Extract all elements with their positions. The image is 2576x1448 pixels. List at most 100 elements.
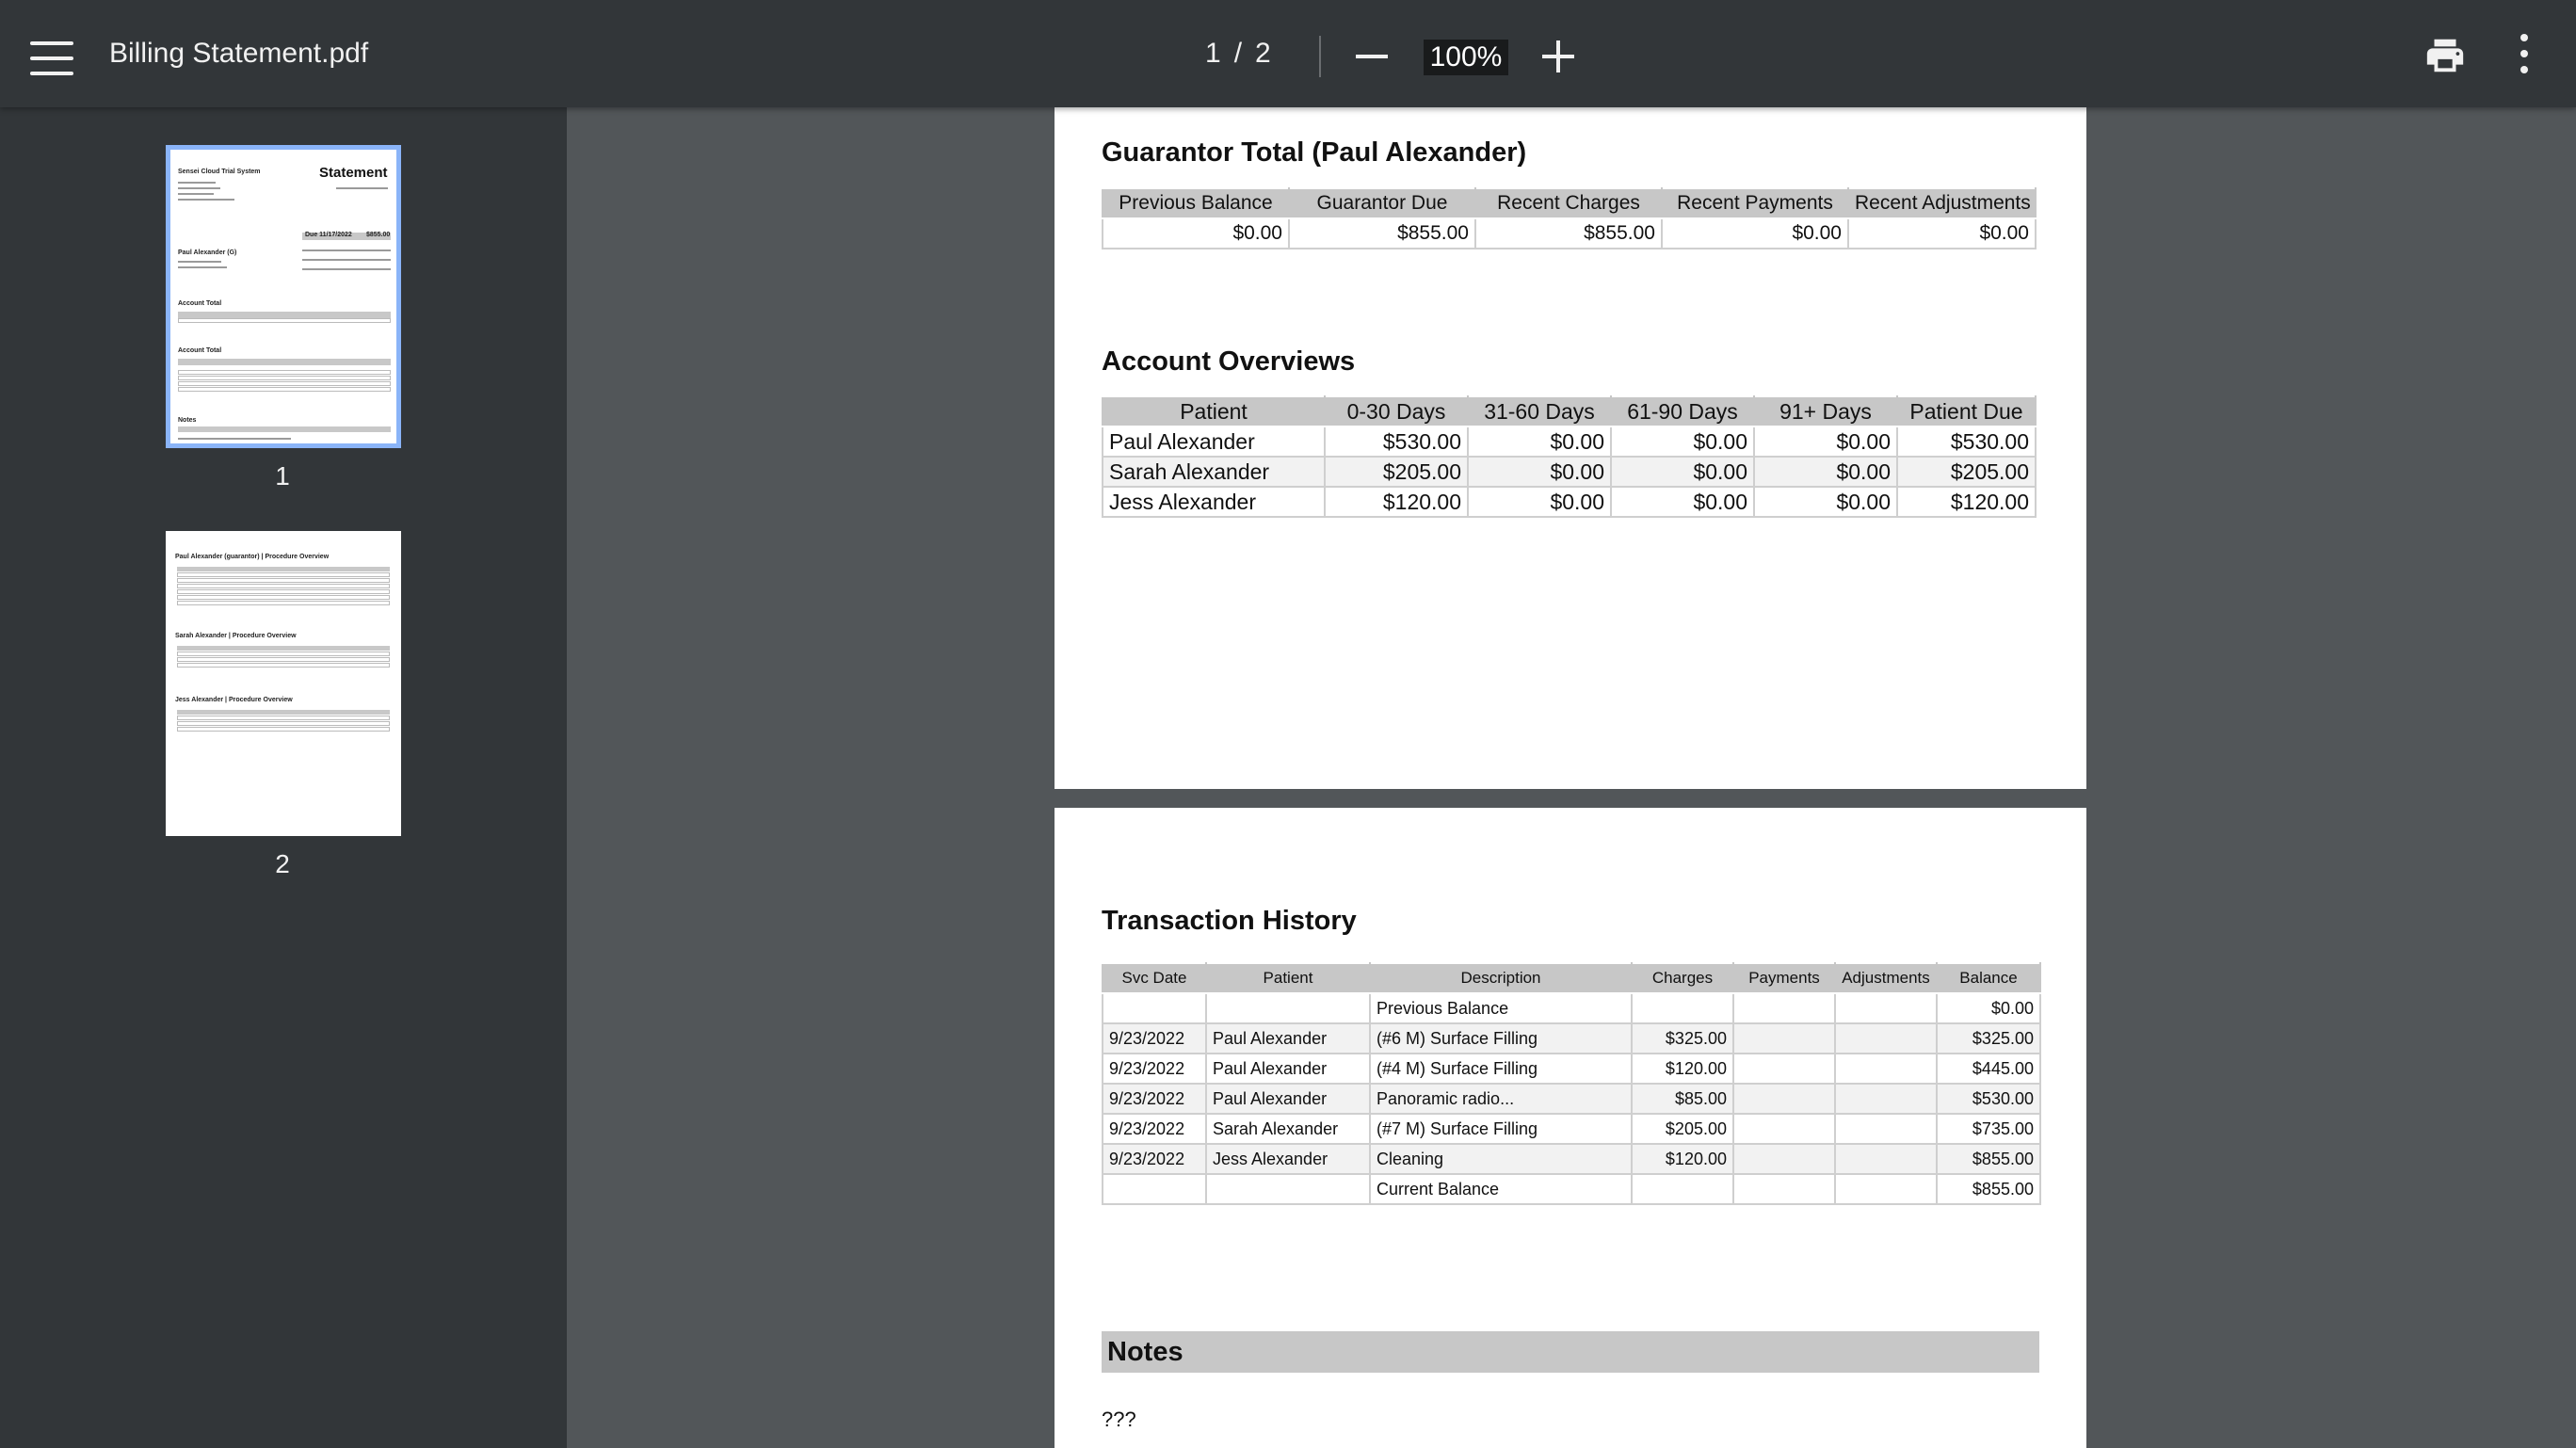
column-header: Payments xyxy=(1732,962,1836,994)
table-cell xyxy=(1732,1022,1836,1054)
table-cell: $120.00 xyxy=(1631,1143,1734,1175)
notes-heading: Notes xyxy=(1102,1331,2039,1373)
table-cell xyxy=(1205,1173,1371,1205)
table-cell: $205.00 xyxy=(1896,456,2037,488)
total-pages: 2 xyxy=(1255,38,1271,69)
thumb-mini-section1: Account Total xyxy=(178,300,222,307)
table-cell: $0.00 xyxy=(1610,486,1755,518)
table-cell xyxy=(1631,1173,1734,1205)
table-cell: $530.00 xyxy=(1936,1083,2041,1115)
table-row: Previous Balance $0.00 xyxy=(1102,992,2041,1024)
thumb2-section2: Sarah Alexander | Procedure Overview xyxy=(175,633,297,639)
table-cell: 9/23/2022 xyxy=(1102,1143,1207,1175)
table-cell: $855.00 xyxy=(1288,217,1476,249)
table-cell: $0.00 xyxy=(1753,486,1898,518)
column-header: Description xyxy=(1369,962,1633,994)
zoom-in-plus-icon[interactable] xyxy=(1538,36,1580,77)
column-header: Recent Charges xyxy=(1474,187,1663,219)
column-header: Svc Date xyxy=(1102,962,1207,994)
column-header: Guarantor Due xyxy=(1288,187,1476,219)
table-header-row: Previous Balance Guarantor Due Recent Ch… xyxy=(1102,187,2037,219)
table-cell xyxy=(1834,1083,1938,1115)
table-cell xyxy=(1732,1113,1836,1145)
thumb-mini-heading: Statement xyxy=(319,165,388,181)
column-header: Balance xyxy=(1936,962,2041,994)
table-cell xyxy=(1834,1113,1938,1145)
thumb-mini-due: Due 11/17/2022 xyxy=(305,232,352,238)
thumbnail-2-label: 2 xyxy=(275,849,290,878)
table-cell: $735.00 xyxy=(1936,1113,2041,1145)
account-overviews-title: Account Overviews xyxy=(1102,346,1356,377)
table-cell: Jess Alexander xyxy=(1102,486,1326,518)
thumb-mini-section2: Account Total xyxy=(178,347,222,354)
table-cell: $0.00 xyxy=(1610,426,1755,458)
table-cell: $120.00 xyxy=(1631,1053,1734,1085)
table-cell: $0.00 xyxy=(1936,992,2041,1024)
table-cell: $0.00 xyxy=(1102,217,1290,249)
toolbar-divider xyxy=(1319,36,1321,77)
thumb-mini-notes: Notes xyxy=(178,417,197,424)
table-header-row: Patient 0-30 Days 31-60 Days 61-90 Days … xyxy=(1102,395,2037,427)
account-overviews-table: Patient 0-30 Days 31-60 Days 61-90 Days … xyxy=(1102,395,2037,518)
printer-icon[interactable] xyxy=(2423,34,2467,77)
table-cell xyxy=(1102,1173,1207,1205)
table-cell: $0.00 xyxy=(1467,426,1612,458)
pdf-page-1: Guarantor Total (Paul Alexander) Previou… xyxy=(1055,107,2086,789)
column-header: Patient xyxy=(1205,962,1371,994)
table-cell: Sarah Alexander xyxy=(1205,1113,1371,1145)
table-row: 9/23/2022 Paul Alexander (#4 M) Surface … xyxy=(1102,1053,2041,1085)
transaction-history-table: Svc Date Patient Description Charges Pay… xyxy=(1102,962,2041,1205)
table-cell: $325.00 xyxy=(1631,1022,1734,1054)
table-cell: Panoramic radio... xyxy=(1369,1083,1633,1115)
pdf-toolbar: Billing Statement.pdf 1 / 2 100% xyxy=(0,0,2576,107)
table-cell: $205.00 xyxy=(1631,1113,1734,1145)
table-cell: Paul Alexander xyxy=(1102,426,1326,458)
current-page-field[interactable]: 1 xyxy=(1205,38,1221,70)
guarantor-total-title: Guarantor Total (Paul Alexander) xyxy=(1102,137,1527,168)
table-cell: Paul Alexander xyxy=(1205,1083,1371,1115)
table-cell xyxy=(1834,1173,1938,1205)
thumb-mini-org: Sensei Cloud Trial System xyxy=(178,169,261,175)
table-row: $0.00 $855.00 $855.00 $0.00 $0.00 xyxy=(1102,217,2037,249)
table-cell xyxy=(1732,1173,1836,1205)
table-cell: (#4 M) Surface Filling xyxy=(1369,1053,1633,1085)
table-cell xyxy=(1732,1053,1836,1085)
table-cell: 9/23/2022 xyxy=(1102,1083,1207,1115)
table-cell: $530.00 xyxy=(1896,426,2037,458)
table-row: 9/23/2022 Paul Alexander Panoramic radio… xyxy=(1102,1083,2041,1115)
table-cell: $0.00 xyxy=(1661,217,1849,249)
zoom-level-field[interactable]: 100% xyxy=(1424,40,1508,75)
thumb2-section3: Jess Alexander | Procedure Overview xyxy=(175,697,293,703)
table-cell: $0.00 xyxy=(1610,456,1755,488)
table-cell: 9/23/2022 xyxy=(1102,1113,1207,1145)
page-thumbnail-2[interactable]: Paul Alexander (guarantor) | Procedure O… xyxy=(166,531,401,836)
table-cell: $0.00 xyxy=(1467,456,1612,488)
column-header: Patient xyxy=(1102,395,1326,427)
table-cell: $85.00 xyxy=(1631,1083,1734,1115)
table-cell: $0.00 xyxy=(1467,486,1612,518)
table-cell: Current Balance xyxy=(1369,1173,1633,1205)
table-cell xyxy=(1834,992,1938,1024)
table-cell: $325.00 xyxy=(1936,1022,2041,1054)
thumb-mini-due-amount: $855.00 xyxy=(366,232,391,238)
column-header: Recent Adjustments xyxy=(1847,187,2037,219)
more-options-kebab-icon[interactable] xyxy=(2510,32,2538,75)
table-cell xyxy=(1732,992,1836,1024)
table-cell: Jess Alexander xyxy=(1205,1143,1371,1175)
column-header: Adjustments xyxy=(1834,962,1938,994)
table-cell: $530.00 xyxy=(1324,426,1469,458)
table-row: Sarah Alexander $205.00 $0.00 $0.00 $0.0… xyxy=(1102,456,2037,488)
zoom-out-minus-icon[interactable] xyxy=(1352,36,1393,77)
table-cell xyxy=(1631,992,1734,1024)
hamburger-menu-icon[interactable] xyxy=(19,28,85,88)
table-cell: 9/23/2022 xyxy=(1102,1053,1207,1085)
thumb2-section1: Paul Alexander (guarantor) | Procedure O… xyxy=(175,554,330,560)
table-cell: $120.00 xyxy=(1896,486,2037,518)
pdf-page-2: Transaction History Svc Date Patient Des… xyxy=(1055,808,2086,1448)
transaction-history-title: Transaction History xyxy=(1102,906,1357,936)
page-thumbnail-1[interactable]: Statement Sensei Cloud Trial System Due … xyxy=(166,145,401,448)
table-cell: $0.00 xyxy=(1847,217,2037,249)
table-cell xyxy=(1102,992,1207,1024)
table-cell: Paul Alexander xyxy=(1205,1022,1371,1054)
table-cell xyxy=(1732,1083,1836,1115)
